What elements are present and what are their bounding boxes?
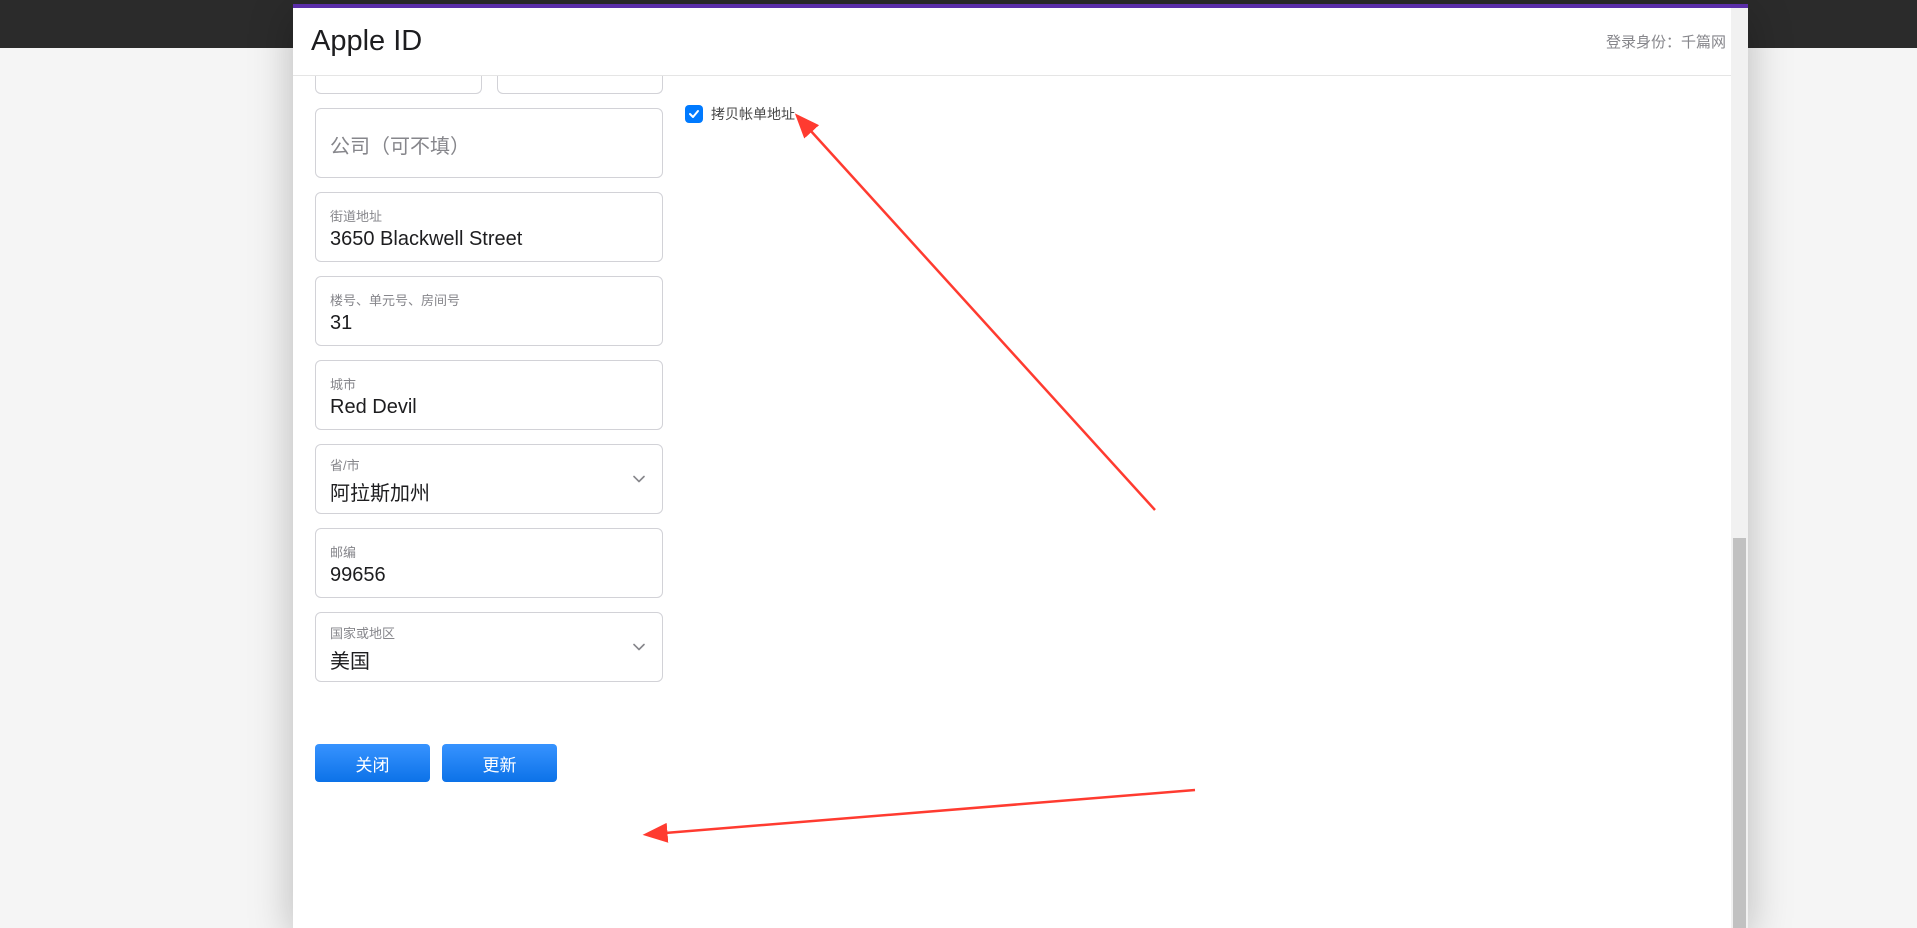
last-name-field-partial[interactable]: II bbox=[497, 76, 664, 94]
close-button[interactable]: 关闭 bbox=[315, 744, 430, 782]
page-title: Apple ID bbox=[311, 25, 422, 58]
update-button[interactable]: 更新 bbox=[442, 744, 557, 782]
zip-field[interactable]: 邮编 99656 bbox=[315, 528, 663, 598]
modal-dialog: Apple ID 登录身份：千篇网 III II 公司（可不填） 街道地址 36… bbox=[293, 4, 1748, 928]
modal-body: III II 公司（可不填） 街道地址 3650 Blackwell Stree… bbox=[293, 76, 1748, 928]
scrollbar-track[interactable] bbox=[1731, 8, 1748, 928]
unit-number-value: 31 bbox=[330, 312, 648, 335]
first-name-field-partial[interactable]: III bbox=[315, 76, 482, 94]
city-value: Red Devil bbox=[330, 396, 648, 419]
copy-billing-label: 拷贝帐单地址 bbox=[711, 104, 795, 124]
scrollbar-thumb[interactable] bbox=[1733, 538, 1746, 928]
company-placeholder: 公司（可不填） bbox=[330, 130, 648, 159]
country-value: 美国 bbox=[330, 645, 648, 674]
copy-billing-checkbox[interactable] bbox=[685, 105, 703, 123]
name-row: III II bbox=[315, 76, 663, 94]
street-address-value: 3650 Blackwell Street bbox=[330, 228, 648, 251]
state-value: 阿拉斯加州 bbox=[330, 477, 648, 506]
country-label: 国家或地区 bbox=[330, 623, 648, 642]
button-row: 关闭 更新 bbox=[315, 744, 663, 782]
company-field[interactable]: 公司（可不填） bbox=[315, 108, 663, 178]
city-field[interactable]: 城市 Red Devil bbox=[315, 360, 663, 430]
copy-billing-row: 拷贝帐单地址 bbox=[685, 104, 795, 124]
state-select[interactable]: 省/市 阿拉斯加州 bbox=[315, 444, 663, 514]
state-label: 省/市 bbox=[330, 455, 648, 474]
country-select[interactable]: 国家或地区 美国 bbox=[315, 612, 663, 682]
zip-label: 邮编 bbox=[330, 542, 648, 561]
login-status: 登录身份：千篇网 bbox=[1606, 31, 1726, 52]
street-address-label: 街道地址 bbox=[330, 206, 648, 225]
street-address-field[interactable]: 街道地址 3650 Blackwell Street bbox=[315, 192, 663, 262]
unit-number-field[interactable]: 楼号、单元号、房间号 31 bbox=[315, 276, 663, 346]
address-form-column: III II 公司（可不填） 街道地址 3650 Blackwell Stree… bbox=[315, 76, 663, 782]
modal-header: Apple ID 登录身份：千篇网 bbox=[293, 8, 1748, 76]
city-label: 城市 bbox=[330, 374, 648, 393]
unit-number-label: 楼号、单元号、房间号 bbox=[330, 290, 648, 309]
zip-value: 99656 bbox=[330, 564, 648, 587]
